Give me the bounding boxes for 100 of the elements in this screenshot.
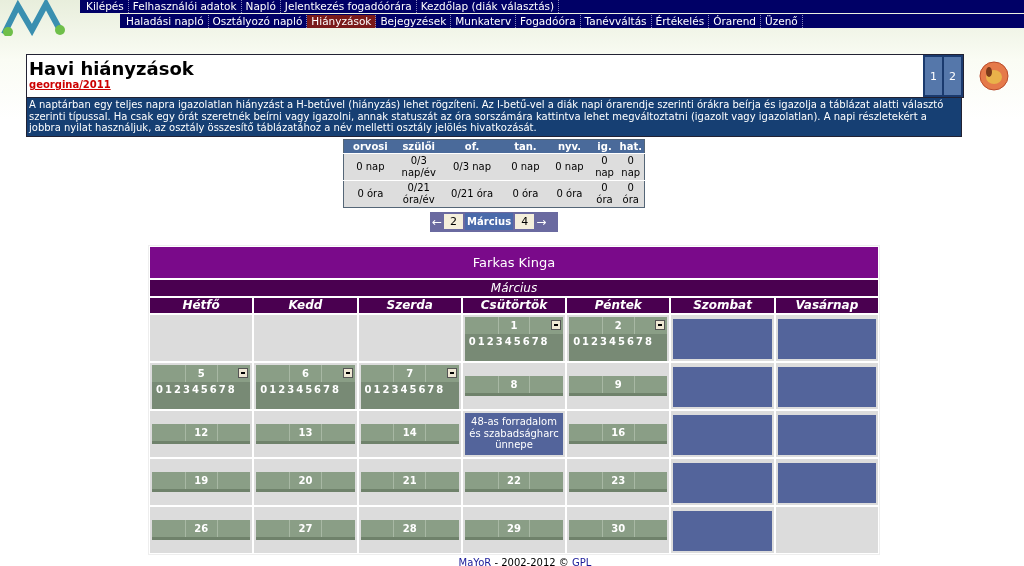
period-number[interactable]: 0: [364, 383, 372, 395]
table-cell: 0 óra: [503, 180, 548, 207]
month-button[interactable]: 2: [444, 214, 464, 229]
previous-arrow[interactable]: ←: [432, 214, 443, 229]
menu-item[interactable]: Kezdőlap (diák választás): [416, 0, 560, 13]
period-number[interactable]: 7: [218, 383, 226, 395]
period-number[interactable]: 6: [314, 383, 322, 395]
column-header: of.: [440, 139, 504, 153]
menu-tab[interactable]: Üzenő: [761, 14, 803, 28]
column-header: hat.: [617, 139, 645, 153]
column-header: nyv.: [547, 139, 592, 153]
period-number[interactable]: 8: [436, 383, 444, 395]
period-number[interactable]: 5: [409, 383, 417, 395]
period-number[interactable]: 2: [486, 335, 494, 347]
period-number[interactable]: 1: [164, 383, 172, 395]
period-number[interactable]: 5: [618, 335, 625, 347]
period-number[interactable]: 6: [418, 383, 426, 395]
month-button[interactable]: 4: [515, 214, 535, 229]
table-cell: 0/3 nap/év: [396, 153, 441, 180]
menu-tab[interactable]: Munkaterv: [451, 14, 517, 28]
period-number[interactable]: 8: [540, 335, 548, 347]
user-link[interactable]: georgina/2011: [29, 79, 111, 90]
period-number[interactable]: 4: [296, 383, 304, 395]
student-name-bar: Farkas Kinga: [150, 246, 878, 278]
table-cell: 0 nap: [503, 153, 548, 180]
collapse-icon[interactable]: [238, 368, 249, 378]
period-number[interactable]: 1: [373, 383, 381, 395]
collapse-icon[interactable]: [342, 368, 353, 378]
period-number[interactable]: 4: [609, 335, 616, 347]
menu-tab[interactable]: Fogadóóra: [516, 14, 581, 28]
period-number[interactable]: 8: [332, 383, 339, 395]
period-number[interactable]: 2: [591, 335, 599, 347]
menu-tab[interactable]: Haladási napló: [122, 14, 209, 28]
holiday-label: 48-as forradalom és szabadságharc ünnepe: [464, 412, 564, 455]
period-number[interactable]: 1: [477, 335, 485, 347]
table-cell: 0/21 óra/év: [396, 180, 441, 207]
menu-item[interactable]: Kilépés: [82, 0, 129, 13]
menu-tab[interactable]: Bejegyzések: [376, 14, 452, 28]
weekday-header: Szerda: [358, 297, 461, 313]
avatar-icon[interactable]: [979, 61, 1009, 91]
weekday-header: Vasárnap: [775, 297, 878, 313]
menu-tab[interactable]: Órarend: [709, 14, 762, 28]
period-number[interactable]: 3: [182, 383, 190, 395]
collapse-icon[interactable]: [446, 368, 457, 378]
period-number[interactable]: 8: [644, 335, 652, 347]
table-cell: 0/21 óra: [440, 180, 504, 207]
period-number[interactable]: 1: [582, 335, 590, 347]
period-number[interactable]: 4: [400, 383, 408, 395]
period-number[interactable]: 1: [269, 383, 277, 395]
period-number[interactable]: 3: [600, 335, 607, 347]
menu-item[interactable]: Felhasználói adatok: [128, 0, 242, 13]
table-cell: 0 nap: [591, 153, 618, 180]
menu-tab[interactable]: Tanévváltás: [580, 14, 652, 28]
period-number[interactable]: 5: [305, 383, 313, 395]
period-number[interactable]: 4: [191, 383, 199, 395]
weekday-header: Péntek: [567, 297, 670, 313]
period-number[interactable]: 6: [522, 335, 530, 347]
period-number[interactable]: 6: [626, 335, 634, 347]
period-number[interactable]: 8: [227, 383, 235, 395]
footer-text: MaYoR - 2002-2012 © GPL: [457, 556, 593, 566]
weekday-header: Csütörtök: [462, 297, 566, 313]
page-title: Havi hiányzások: [29, 59, 195, 79]
period-number[interactable]: 0: [468, 335, 476, 347]
period-number[interactable]: 7: [635, 335, 643, 347]
period-number[interactable]: 3: [391, 383, 399, 395]
weekday-header: Hétfő: [150, 297, 253, 313]
page-tab[interactable]: 2: [944, 57, 961, 95]
period-number[interactable]: 7: [427, 383, 435, 395]
period-number[interactable]: 0: [573, 335, 581, 347]
period-number[interactable]: 5: [513, 335, 521, 347]
menu-item[interactable]: Napló: [241, 0, 281, 13]
collapse-icon[interactable]: [551, 320, 562, 330]
table-cell: 0/3 nap: [440, 153, 504, 180]
period-number[interactable]: 5: [200, 383, 208, 395]
menu-tab[interactable]: Értékelés: [651, 14, 710, 28]
period-number[interactable]: 7: [323, 383, 331, 395]
menu-tab[interactable]: Hiányzások: [307, 14, 377, 28]
period-number[interactable]: 2: [278, 383, 286, 395]
column-header: tan.: [503, 139, 548, 153]
weekday-header: Kedd: [254, 297, 357, 313]
app-link[interactable]: MaYoR: [458, 556, 492, 566]
period-number[interactable]: 6: [209, 383, 217, 395]
period-number[interactable]: 0: [260, 383, 268, 395]
month-bar: Március: [150, 279, 878, 296]
period-number[interactable]: 2: [382, 383, 390, 395]
description-text: A naptárban egy teljes napra igazolatlan hiányzást a H-betűvel (hiányzás) lehet rögzíteni. Az I-betű-vel a diák napi órarendje szerinti órákra beírja és igazolja a táblázat alatti választó szerinti típussal. Ha csak egy órát szeretnék beírni vagy igazolni, annak statuszát az óra sorszámára kattintva lehet megváltoztatni (igazolt vagy igazolatlan). A napi részletekért a jobbra nyilat használjuk, az osztály összesítő táblázatához a név melletti osztály jelölés hivatkozását.: [26, 98, 962, 137]
period-number[interactable]: 3: [495, 335, 503, 347]
period-number[interactable]: 2: [173, 383, 181, 395]
period-number[interactable]: 4: [504, 335, 512, 347]
period-number[interactable]: 7: [531, 335, 539, 347]
period-number[interactable]: 0: [156, 383, 163, 395]
license-link[interactable]: GPL: [572, 556, 592, 566]
table-cell: 0 nap: [547, 153, 592, 180]
next-arrow[interactable]: →: [536, 214, 547, 229]
current-month: Március: [465, 213, 514, 230]
page-tab[interactable]: 1: [925, 57, 942, 95]
period-number[interactable]: 3: [287, 383, 295, 395]
table-cell: 0 óra: [343, 180, 397, 207]
collapse-icon[interactable]: [655, 320, 666, 330]
menu-item[interactable]: Jelentkezés fogadóórára: [280, 0, 417, 13]
